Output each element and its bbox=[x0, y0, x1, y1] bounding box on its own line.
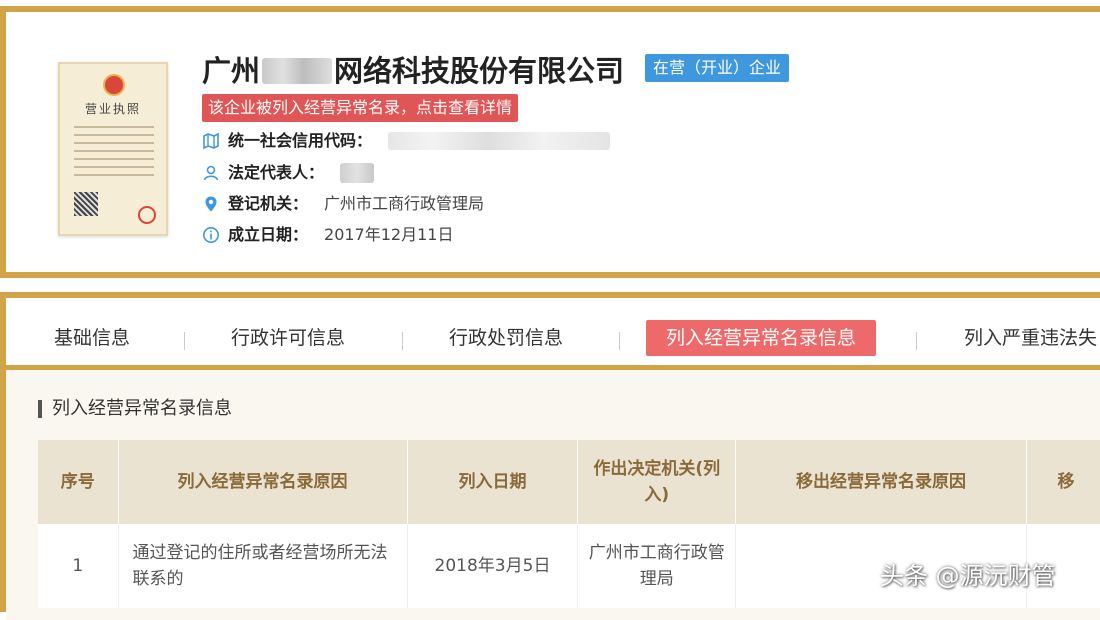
person-icon bbox=[202, 164, 220, 182]
col-header-date: 列入日期 bbox=[407, 440, 579, 524]
founded-row: 成立日期： 2017年12月11日 bbox=[202, 222, 453, 248]
cell-index: 1 bbox=[38, 524, 119, 608]
company-name-suffix: 网络科技股份有限公司 bbox=[334, 54, 625, 88]
tab-divider bbox=[402, 332, 403, 350]
legal-rep-row: 法定代表人： bbox=[202, 160, 375, 186]
col-header-removal-reason: 移出经营异常名录原因 bbox=[735, 440, 1027, 524]
registry-value: 广州市工商行政管理局 bbox=[324, 194, 485, 213]
business-license-image[interactable]: 营业执照 bbox=[58, 62, 168, 236]
qr-code-icon bbox=[74, 192, 98, 216]
founded-value: 2017年12月11日 bbox=[324, 225, 454, 244]
registry-label: 登记机关： bbox=[228, 194, 309, 213]
col-header-removal: 移 bbox=[1026, 440, 1100, 524]
cell-date: 2018年3月5日 bbox=[407, 524, 579, 608]
cell-authority: 广州市工商行政管理局 bbox=[577, 524, 737, 608]
map-icon bbox=[202, 132, 220, 150]
col-header-index: 序号 bbox=[38, 440, 119, 524]
tab-abnormal-list[interactable]: 列入经营异常名录信息 bbox=[646, 320, 877, 356]
license-title: 营业执照 bbox=[84, 102, 141, 116]
info-icon bbox=[202, 226, 220, 244]
redacted-name-block bbox=[262, 58, 333, 84]
redacted-legal-rep bbox=[340, 163, 375, 183]
section-title: 列入经营异常名录信息 bbox=[38, 400, 232, 418]
watermark: 头条 @源沅财管 bbox=[880, 562, 1056, 590]
registry-row: 登记机关： 广州市工商行政管理局 bbox=[202, 191, 484, 217]
tab-basic-info[interactable]: 基础信息 bbox=[54, 320, 130, 356]
legal-rep-label: 法定代表人： bbox=[228, 163, 325, 182]
tab-divider bbox=[916, 332, 917, 350]
status-badge: 在营（开业）企业 bbox=[645, 54, 790, 82]
company-name-prefix: 广州 bbox=[202, 54, 261, 88]
tab-serious-violation[interactable]: 列入严重违法失 bbox=[964, 320, 1097, 356]
official-seal-icon bbox=[138, 206, 156, 224]
license-text-lines bbox=[74, 126, 154, 182]
tab-divider bbox=[619, 332, 620, 350]
national-emblem-icon bbox=[103, 74, 125, 96]
founded-label: 成立日期： bbox=[228, 225, 309, 244]
location-pin-icon bbox=[202, 195, 220, 213]
redacted-credit-code bbox=[388, 132, 611, 150]
credit-code-label: 统一社会信用代码： bbox=[228, 131, 373, 150]
credit-code-row: 统一社会信用代码： bbox=[202, 128, 611, 154]
tab-bar: 基础信息 行政许可信息 行政处罚信息 列入经营异常名录信息 列入严重违法失 bbox=[6, 298, 1100, 370]
tab-divider bbox=[184, 332, 185, 350]
abnormal-list-alert-link[interactable]: 该企业被列入经营异常名录，点击查看详情 bbox=[202, 94, 519, 122]
cell-reason: 通过登记的住所或者经营场所无法联系的 bbox=[118, 524, 408, 608]
company-name: 广州 网络科技股份有限公司 bbox=[202, 48, 624, 90]
col-header-reason: 列入经营异常名录原因 bbox=[118, 440, 408, 524]
col-header-authority: 作出决定机关(列入) bbox=[577, 440, 737, 524]
table-header-row: 序号 列入经营异常名录原因 列入日期 作出决定机关(列入) 移出经营异常名录原因… bbox=[38, 440, 1100, 524]
tab-admin-penalty[interactable]: 行政处罚信息 bbox=[449, 320, 563, 356]
tab-admin-license[interactable]: 行政许可信息 bbox=[231, 320, 345, 356]
